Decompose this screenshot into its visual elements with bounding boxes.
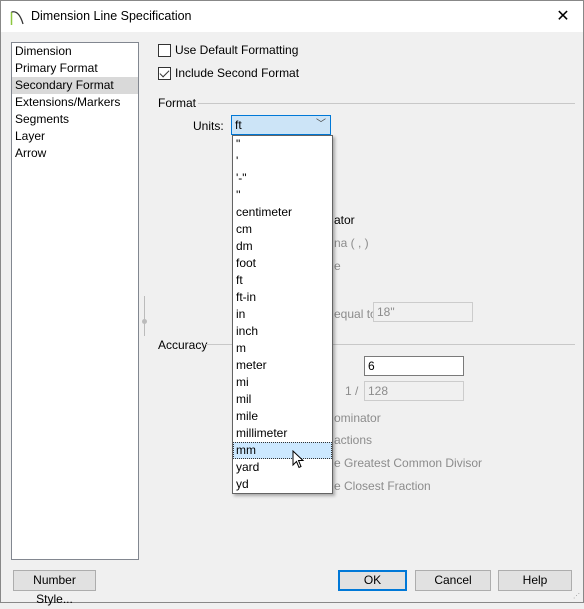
sidebar-item-primary-format[interactable]: Primary Format bbox=[12, 60, 138, 77]
units-dropdown[interactable]: ft ﹀ bbox=[231, 115, 331, 135]
option-label-partial: e bbox=[334, 259, 341, 273]
units-option[interactable]: mile bbox=[233, 408, 332, 425]
mouse-cursor-icon bbox=[292, 450, 305, 469]
sidebar-item-extensions-markers[interactable]: Extensions/Markers bbox=[12, 94, 138, 111]
sidebar-item-layer[interactable]: Layer bbox=[12, 128, 138, 145]
use-default-formatting-row[interactable]: Use Default Formatting bbox=[158, 43, 298, 57]
chevron-down-icon: ﹀ bbox=[316, 119, 326, 130]
decimal-places-field[interactable]: 6 bbox=[364, 356, 464, 376]
splitter-handle[interactable] bbox=[144, 296, 145, 336]
units-option[interactable]: millimeter bbox=[233, 425, 332, 442]
units-option[interactable]: dm bbox=[233, 238, 332, 255]
units-selected-value: ft bbox=[235, 118, 242, 132]
units-option[interactable]: ft-in bbox=[233, 289, 332, 306]
resize-grip-icon[interactable]: ⋰ bbox=[573, 592, 581, 600]
units-option[interactable]: ' bbox=[233, 153, 332, 170]
include-second-format-row[interactable]: Include Second Format bbox=[158, 66, 299, 80]
include-second-format-label: Include Second Format bbox=[175, 66, 300, 80]
use-default-formatting-label: Use Default Formatting bbox=[175, 43, 299, 57]
units-label: Units: bbox=[193, 119, 224, 133]
units-option[interactable]: yard bbox=[233, 459, 332, 476]
units-option[interactable]: mi bbox=[233, 374, 332, 391]
units-option[interactable]: meter bbox=[233, 357, 332, 374]
units-option[interactable]: '' bbox=[233, 187, 332, 204]
sidebar-item-segments[interactable]: Segments bbox=[12, 111, 138, 128]
include-second-format-checkbox[interactable] bbox=[158, 66, 171, 80]
window-title: Dimension Line Specification bbox=[31, 9, 192, 23]
use-default-formatting-checkbox[interactable] bbox=[158, 43, 171, 57]
sidebar-item-dimension[interactable]: Dimension bbox=[12, 43, 138, 60]
gcd-label-partial: e Greatest Common Divisor bbox=[334, 456, 483, 470]
units-option[interactable]: centimeter bbox=[233, 204, 332, 221]
units-option[interactable]: cm bbox=[233, 221, 332, 238]
help-button[interactable]: Help bbox=[498, 570, 572, 591]
category-list[interactable]: Dimension Primary Format Secondary Forma… bbox=[11, 42, 139, 560]
cancel-button[interactable]: Cancel bbox=[415, 570, 491, 591]
units-option[interactable]: inch bbox=[233, 323, 332, 340]
units-option[interactable]: " bbox=[233, 136, 332, 153]
closest-fraction-label-partial: e Closest Fraction bbox=[334, 479, 431, 493]
units-option[interactable]: ft bbox=[233, 272, 332, 289]
dialog-window: Dimension Line Specification ✕ Dimension… bbox=[0, 0, 584, 606]
ok-button[interactable]: OK bbox=[338, 570, 407, 591]
units-option[interactable]: '-" bbox=[233, 170, 332, 187]
format-group-divider bbox=[198, 103, 575, 104]
format-group-label: Format bbox=[158, 96, 197, 110]
fraction-denominator-field[interactable]: 128 bbox=[364, 381, 464, 401]
units-option[interactable]: yd bbox=[233, 476, 332, 493]
close-icon: ✕ bbox=[556, 8, 570, 25]
units-dropdown-list[interactable]: " ' '-" '' centimeter cm dm foot ft ft-i… bbox=[232, 135, 333, 494]
units-option[interactable]: in bbox=[233, 306, 332, 323]
equal-to-field[interactable]: 18" bbox=[373, 302, 473, 322]
app-logo-icon bbox=[10, 11, 24, 25]
close-button[interactable]: ✕ bbox=[553, 7, 573, 27]
number-style-button[interactable]: Number Style... bbox=[13, 570, 96, 606]
title-bar: Dimension Line Specification ✕ bbox=[1, 1, 583, 32]
fractions-label-partial: actions bbox=[334, 433, 373, 447]
units-option[interactable]: foot bbox=[233, 255, 332, 272]
units-option[interactable]: mil bbox=[233, 391, 332, 408]
separator-label-partial: ator bbox=[334, 213, 355, 227]
units-option[interactable]: m bbox=[233, 340, 332, 357]
fraction-prefix-label: 1 / bbox=[345, 384, 359, 398]
sidebar-item-secondary-format[interactable]: Secondary Format bbox=[12, 77, 138, 94]
units-option-highlighted[interactable]: mm bbox=[233, 442, 332, 459]
denominator-label-partial: ominator bbox=[334, 411, 381, 425]
sidebar-item-arrow[interactable]: Arrow bbox=[12, 145, 138, 162]
equal-to-label-partial: equal to bbox=[334, 307, 377, 321]
splitter-grip-icon bbox=[142, 319, 147, 324]
comma-label-partial: na ( , ) bbox=[334, 236, 369, 250]
accuracy-group-label: Accuracy bbox=[158, 338, 208, 352]
